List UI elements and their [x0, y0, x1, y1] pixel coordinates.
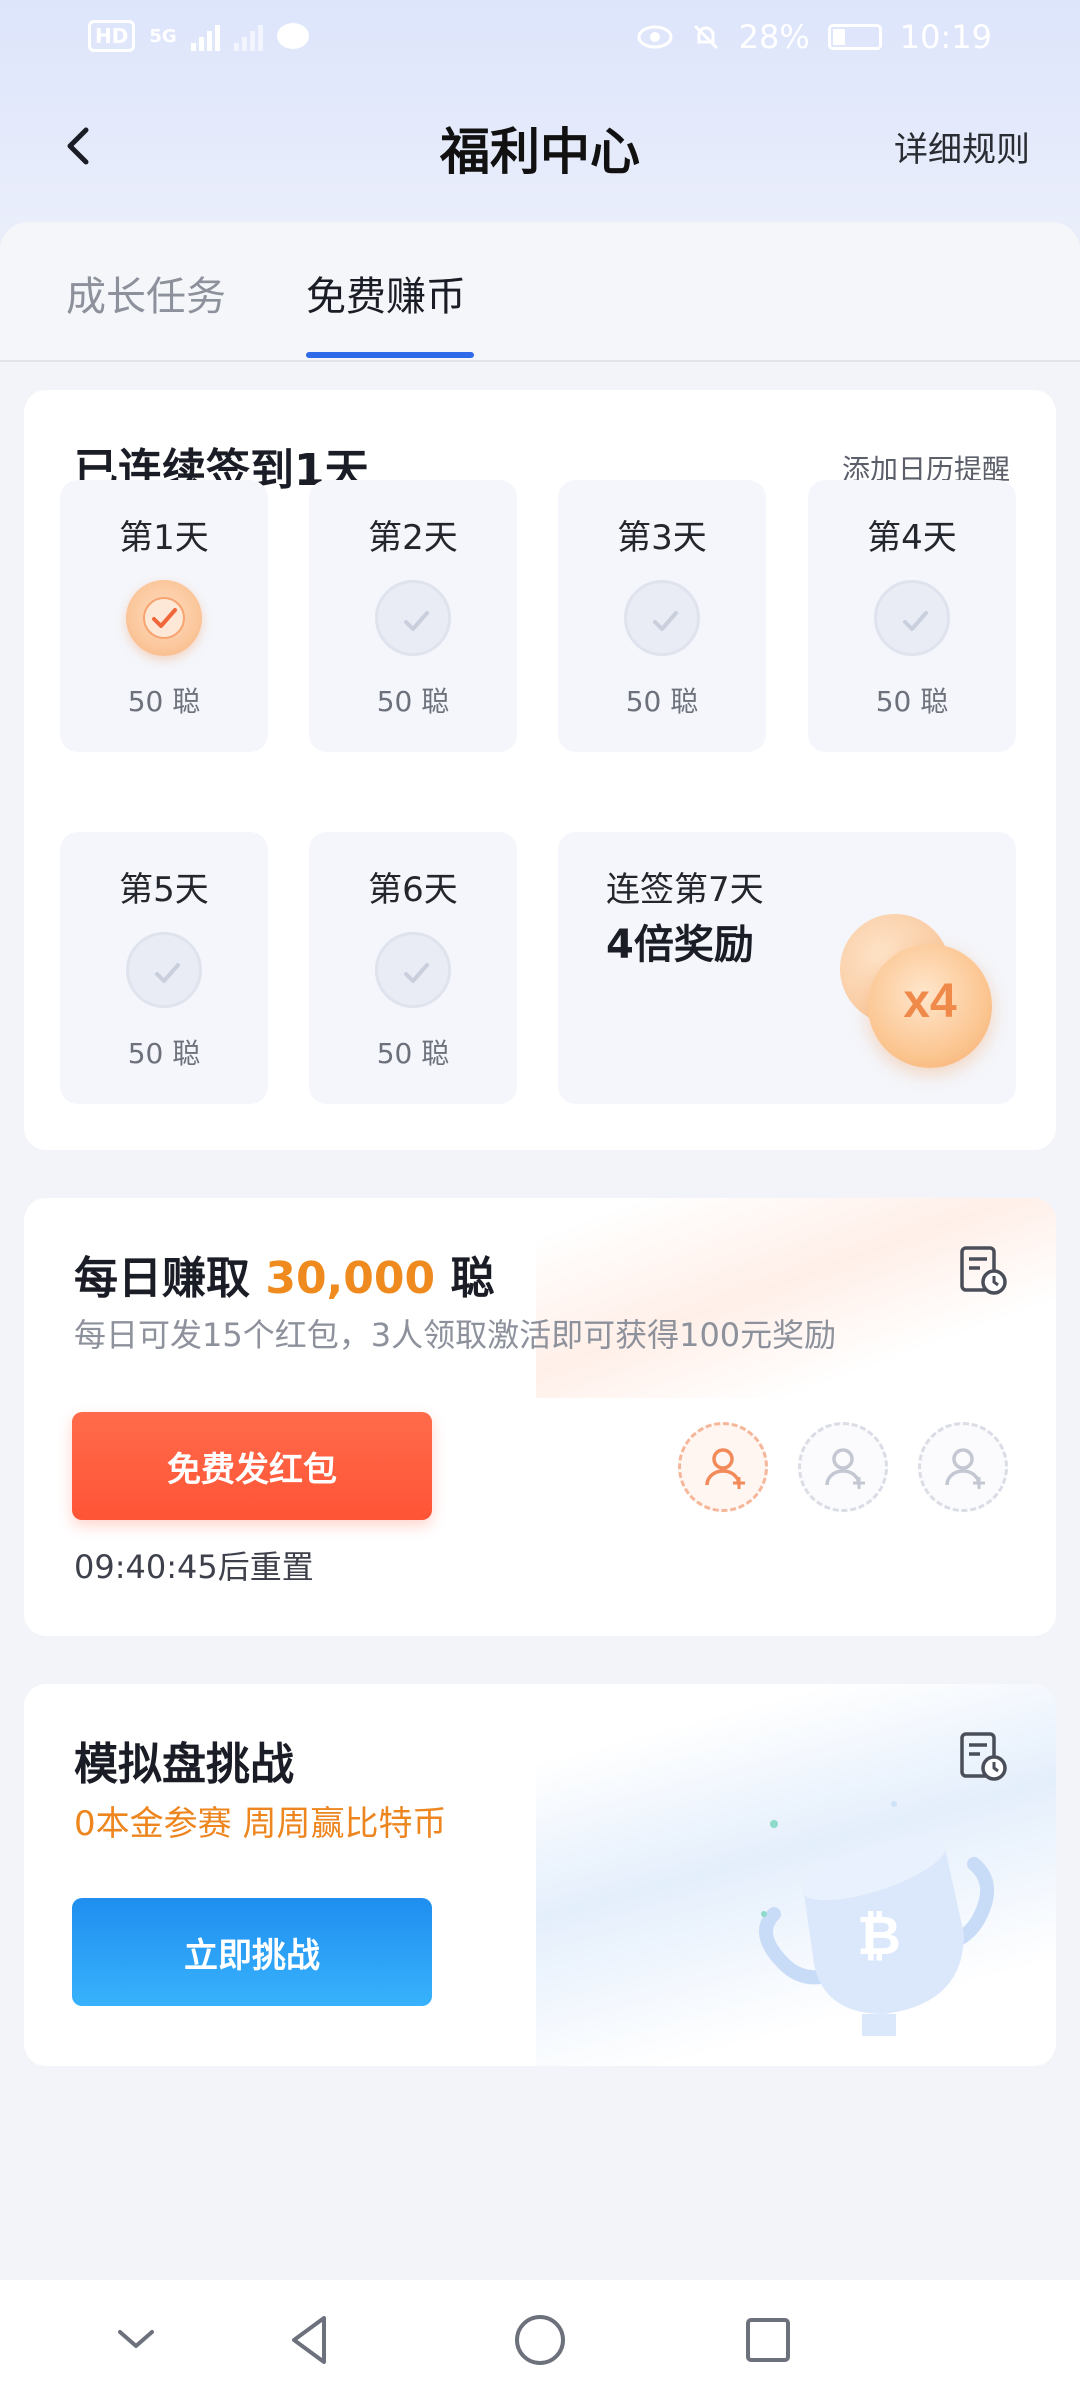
svg-text:₿: ₿ [857, 1906, 901, 1966]
divider [0, 360, 1080, 362]
day-points: 50 聪 [127, 1037, 201, 1070]
earn-subtitle: 每日可发15个红包，3人领取激活即可获得100元奖励 [74, 1316, 837, 1354]
trophy-icon: ₿ [759, 1801, 995, 2036]
send-red-packet-button[interactable]: 免费发红包 [72, 1412, 432, 1520]
triangle-back-icon [292, 2316, 326, 2364]
tab-growth-tasks[interactable]: 成长任务 [66, 264, 226, 322]
day-points: 50 聪 [127, 685, 201, 718]
bell-off-icon [693, 24, 718, 50]
invite-slot[interactable] [798, 1422, 888, 1512]
network-label: 5G [149, 25, 177, 47]
battery-icon [827, 24, 882, 50]
unchecked-icon [375, 932, 451, 1008]
day-points: 50 聪 [376, 1037, 450, 1070]
day-points: 50 聪 [625, 685, 699, 718]
battery-percent: 28% [738, 18, 810, 56]
sim-title: 模拟盘挑战 [74, 1739, 294, 1790]
circle-home-icon [515, 2315, 565, 2365]
earn-amount: 30,000 [265, 1253, 436, 1304]
record-icon[interactable] [958, 1730, 1008, 1784]
day-label: 第1天 [119, 518, 209, 558]
status-right-icons: 28% 10:19 [637, 18, 992, 56]
add-user-icon [825, 1448, 865, 1489]
active-tab-indicator [306, 352, 474, 358]
nav-home-button[interactable] [510, 2310, 570, 2370]
nav-hide-button[interactable] [106, 2310, 166, 2370]
start-challenge-button[interactable]: 立即挑战 [72, 1898, 432, 2006]
day-label: 第2天 [368, 518, 458, 558]
day-card-2[interactable]: 第2天 50 聪 [309, 480, 517, 752]
signin-card: 已连续签到1天 添加日历提醒 第1天 50 聪 第2天 50 聪 第3天 50 … [24, 390, 1056, 1150]
day-points: 50 聪 [376, 685, 450, 718]
day-label: 第4天 [867, 518, 957, 558]
sim-challenge-card: 模拟盘挑战 0本金参赛 周周赢比特币 立即挑战 ₿ [24, 1684, 1056, 2066]
system-navigation-bar [0, 2280, 1080, 2400]
daily-earn-card: 每日赚取 30,000 聪 每日可发15个红包，3人领取激活即可获得100元奖励… [24, 1198, 1056, 1636]
clock: 10:19 [899, 18, 992, 56]
day-label: 第6天 [368, 870, 458, 910]
record-icon[interactable] [958, 1244, 1008, 1298]
reset-countdown: 09:40:45后重置 [74, 1548, 314, 1586]
add-user-icon [705, 1448, 745, 1489]
nav-back-button[interactable] [280, 2310, 340, 2370]
signal-icon [190, 21, 220, 51]
unchecked-icon [126, 932, 202, 1008]
day-card-3[interactable]: 第3天 50 聪 [558, 480, 766, 752]
signal-icon-2 [233, 21, 263, 51]
coin-multiplier-icon: x4 [868, 944, 992, 1068]
day-label: 第5天 [119, 870, 209, 910]
earn-title-prefix: 每日赚取 [74, 1253, 250, 1304]
day7-label: 连签第7天 [606, 870, 764, 910]
eye-icon [637, 25, 673, 49]
unchecked-icon [874, 580, 950, 656]
day-card-6[interactable]: 第6天 50 聪 [309, 832, 517, 1104]
day-card-4[interactable]: 第4天 50 聪 [808, 480, 1016, 752]
day-card-1[interactable]: 第1天 50 聪 [60, 480, 268, 752]
day-card-5[interactable]: 第5天 50 聪 [60, 832, 268, 1104]
status-left-icons: HD 5G [88, 20, 309, 52]
nav-recents-button[interactable] [738, 2310, 798, 2370]
invite-slot[interactable] [918, 1422, 1008, 1512]
day7-reward: 4倍奖励 [606, 922, 754, 968]
message-icon [276, 23, 309, 49]
app-header: 福利中心 详细规则 [0, 90, 1080, 200]
tab-bar: 成长任务 免费赚币 [0, 222, 1080, 362]
sim-subtitle: 0本金参赛 周周赢比特币 [74, 1804, 447, 1844]
status-bar: HD 5G 28% 10:19 [0, 0, 1080, 80]
day-label: 第3天 [617, 518, 707, 558]
day-points: 50 聪 [875, 685, 949, 718]
checked-icon [126, 580, 202, 656]
earn-title: 每日赚取 30,000 聪 [74, 1242, 494, 1306]
coin-multiplier-text: x4 [903, 975, 957, 1028]
square-recents-icon [746, 2318, 790, 2362]
invite-slot[interactable] [678, 1422, 768, 1512]
day-card-7[interactable]: 连签第7天 4倍奖励 x4 [558, 832, 1016, 1104]
chevron-down-icon [118, 2330, 154, 2348]
earn-unit: 聪 [450, 1253, 495, 1304]
unchecked-icon [624, 580, 700, 656]
rules-link[interactable]: 详细规则 [894, 122, 1030, 171]
tab-free-coins[interactable]: 免费赚币 [306, 264, 466, 322]
unchecked-icon [375, 580, 451, 656]
hd-badge: HD [88, 20, 136, 52]
add-user-icon [945, 1448, 985, 1489]
